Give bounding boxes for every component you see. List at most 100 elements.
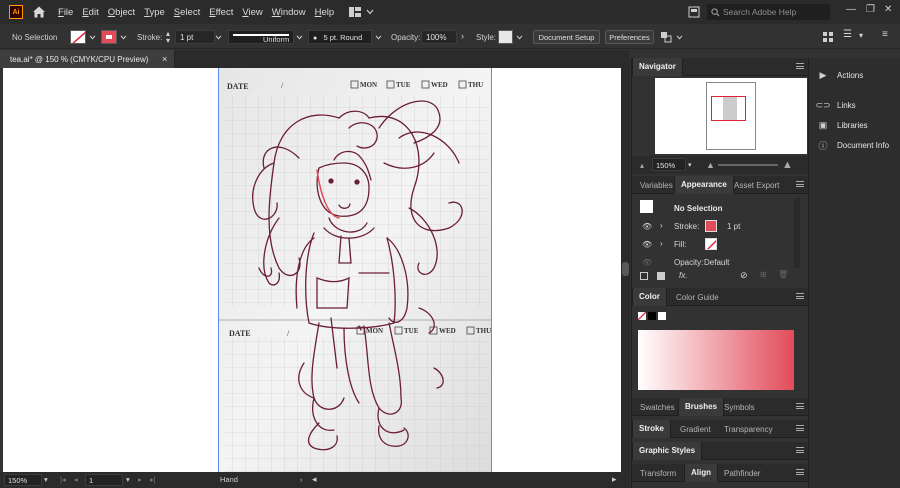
tab-transform[interactable]: Transform — [640, 469, 676, 478]
chevron-down-icon[interactable] — [375, 35, 382, 40]
opacity-field[interactable]: 100% — [421, 30, 457, 44]
chevron-down-icon[interactable] — [516, 35, 523, 40]
tab-navigator[interactable]: Navigator — [632, 58, 683, 76]
tab-color-guide[interactable]: Color Guide — [676, 293, 719, 302]
zoom-field[interactable]: 150% — [4, 474, 42, 486]
tab-align[interactable]: Align — [684, 464, 718, 482]
menu-help[interactable]: Help — [315, 7, 335, 18]
dock-libraries[interactable]: ▣ Libraries — [817, 120, 868, 130]
tab-stroke[interactable]: Stroke — [632, 420, 671, 438]
tab-pathfinder[interactable]: Pathfinder — [724, 469, 760, 478]
tab-symbols[interactable]: Symbols — [724, 403, 755, 412]
previous-artboard-icon[interactable]: ◂ — [74, 475, 78, 484]
graphic-style-swatch[interactable] — [498, 30, 513, 44]
chevron-down-icon[interactable] — [296, 35, 303, 40]
last-artboard-icon[interactable]: ▸| — [150, 475, 156, 484]
menu-view[interactable]: View — [242, 7, 262, 18]
brush-definition[interactable]: ● 5 pt. Round — [308, 30, 372, 44]
chevron-right-icon[interactable]: › — [660, 221, 663, 230]
arrange-icon[interactable] — [660, 31, 672, 43]
next-artboard-icon[interactable]: ▸ — [138, 475, 142, 484]
variable-width-profile[interactable]: Uniform — [228, 30, 294, 44]
color-none-swatch[interactable] — [638, 312, 646, 320]
artboard-number-field[interactable]: 1 — [85, 474, 123, 486]
status-menu-icon[interactable]: › — [300, 475, 303, 484]
artboard[interactable]: DATE / MON TUE WED THU DATE / MON TUE WE… — [218, 68, 492, 472]
stroke-weight-field[interactable]: 1 pt — [175, 30, 215, 44]
artboard-dropdown-icon[interactable]: ▾ — [126, 475, 130, 484]
tab-appearance[interactable]: Appearance — [674, 176, 734, 194]
chevron-down-icon[interactable] — [120, 35, 127, 40]
color-white-swatch[interactable] — [658, 312, 666, 320]
tab-brushes[interactable]: Brushes — [678, 398, 725, 416]
panel-menu-icon[interactable] — [796, 403, 804, 409]
chevron-down-icon[interactable] — [676, 35, 683, 40]
clear-appearance-icon[interactable]: ⊘ — [740, 270, 748, 281]
delete-item-icon[interactable]: 🗑 — [778, 270, 788, 279]
vertical-scroll-thumb[interactable] — [622, 262, 629, 276]
panel-menu-icon[interactable] — [796, 469, 804, 475]
close-window-icon[interactable]: ✕ — [884, 4, 892, 15]
stepper-icon[interactable]: ▴ ▾ — [166, 30, 170, 45]
panel-menu-icon[interactable] — [796, 63, 804, 69]
panel-menu-icon[interactable] — [796, 425, 804, 431]
appearance-scrollbar[interactable] — [794, 198, 800, 268]
menu-file[interactable]: File — [58, 7, 73, 18]
zoom-slider[interactable] — [718, 164, 778, 166]
scroll-right-icon[interactable]: ▸ — [612, 474, 617, 485]
chevron-right-icon[interactable]: › — [461, 31, 464, 41]
preferences-button[interactable]: Preferences — [605, 30, 654, 44]
menu-effect[interactable]: Effect — [209, 7, 233, 18]
tab-color[interactable]: Color — [632, 288, 667, 306]
zoom-out-mountain-icon[interactable]: ▲ — [706, 160, 715, 170]
zoom-out-icon[interactable]: ▴ — [640, 161, 644, 170]
menu-edit[interactable]: Edit — [82, 7, 98, 18]
chevron-down-icon[interactable] — [215, 35, 222, 40]
arrange-documents-icon[interactable] — [688, 6, 700, 18]
add-stroke-icon[interactable] — [640, 272, 648, 280]
restore-icon[interactable]: ❐ — [866, 4, 875, 15]
duplicate-item-icon[interactable]: ⊞ — [760, 270, 767, 279]
minimize-icon[interactable]: — — [846, 4, 856, 15]
stroke-swatch[interactable] — [101, 30, 117, 44]
color-black-swatch[interactable] — [648, 312, 656, 320]
panel-menu-icon[interactable] — [796, 293, 804, 299]
navigator-zoom-field[interactable]: 150% — [652, 158, 686, 171]
chevron-down-icon[interactable]: ▾ — [688, 161, 692, 169]
scroll-left-icon[interactable]: ◂ — [312, 474, 317, 485]
tab-asset-export[interactable]: Asset Export — [734, 181, 779, 190]
appearance-fill-swatch[interactable] — [705, 238, 717, 250]
menu-object[interactable]: Object — [108, 7, 135, 18]
grid-icon[interactable] — [823, 32, 833, 42]
dock-document-info[interactable]: ⓘ Document Info — [817, 140, 889, 151]
menu-window[interactable]: Window — [272, 7, 306, 18]
chevron-down-icon[interactable]: ▾ — [859, 31, 863, 40]
tab-swatches[interactable]: Swatches — [640, 403, 675, 412]
document-tab[interactable]: tea.ai* @ 150 % (CMYK/CPU Preview) × — [0, 50, 175, 68]
chevron-down-icon[interactable] — [366, 9, 374, 15]
align-icon[interactable]: ☰ — [843, 29, 852, 40]
eye-icon[interactable]: 👁 — [642, 258, 652, 267]
search-help-field[interactable]: Search Adobe Help — [707, 4, 830, 20]
eye-icon[interactable]: 👁 — [642, 222, 652, 231]
tab-graphic-styles[interactable]: Graphic Styles — [632, 442, 703, 460]
document-setup-button[interactable]: Document Setup — [533, 30, 600, 44]
navigator-preview[interactable] — [655, 78, 807, 154]
menu-type[interactable]: Type — [144, 7, 165, 18]
panel-menu-icon[interactable] — [796, 447, 804, 453]
menu-select[interactable]: Select — [174, 7, 200, 18]
dock-links[interactable]: ⊂⊃ Links — [815, 100, 855, 110]
dock-actions[interactable]: ▶ Actions — [817, 70, 864, 80]
chevron-down-icon[interactable] — [89, 35, 96, 40]
chevron-right-icon[interactable]: › — [660, 239, 663, 248]
close-tab-icon[interactable]: × — [162, 54, 167, 64]
tab-gradient[interactable]: Gradient — [680, 425, 711, 434]
panel-menu-icon[interactable] — [796, 181, 804, 187]
home-icon[interactable] — [32, 5, 46, 19]
tab-variables[interactable]: Variables — [640, 181, 673, 190]
fill-swatch[interactable] — [70, 30, 86, 44]
tab-transparency[interactable]: Transparency — [724, 425, 773, 434]
add-fill-icon[interactable] — [657, 272, 665, 280]
navigator-view-box[interactable] — [711, 96, 746, 121]
workspace-layout-icon[interactable] — [349, 7, 362, 17]
